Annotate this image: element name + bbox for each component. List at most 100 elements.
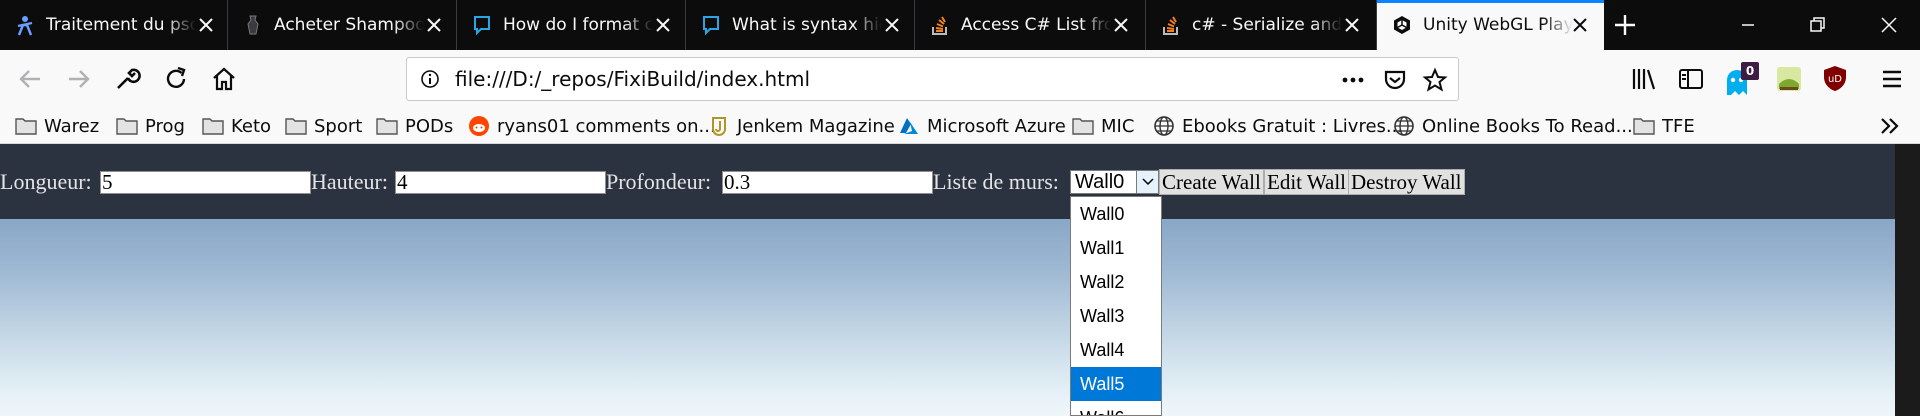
tab-format-code[interactable]: How do I format code <box>457 0 686 50</box>
folder-icon <box>284 116 308 136</box>
close-window-icon[interactable] <box>1878 14 1900 36</box>
bookmark-sport[interactable]: Sport <box>284 108 362 144</box>
tab-title: c# - Serialize and <box>1192 15 1342 35</box>
bookmark-keto[interactable]: Keto <box>201 108 271 144</box>
ublock-shield-icon[interactable]: uD <box>1820 63 1850 93</box>
bookmark-label: Warez <box>44 115 100 137</box>
bookmark-star-icon[interactable] <box>1422 67 1448 93</box>
chevron-overflow-icon[interactable] <box>1878 115 1902 137</box>
close-icon[interactable] <box>882 15 902 35</box>
pocket-icon[interactable] <box>1382 67 1408 93</box>
bookmark-azure[interactable]: Microsoft Azure <box>897 108 1066 144</box>
reload-icon[interactable] <box>161 64 191 94</box>
edit-wall-button[interactable]: Edit Wall <box>1264 169 1349 195</box>
home-icon[interactable] <box>209 64 239 94</box>
bookmark-tfe[interactable]: TFE <box>1632 108 1695 144</box>
bookmark-label: Ebooks Gratuit : Livres... <box>1182 115 1404 137</box>
wall-option[interactable]: Wall6 <box>1071 401 1161 415</box>
azure-icon <box>897 116 921 136</box>
page-actions-icon[interactable] <box>1340 70 1366 90</box>
wall-option[interactable]: Wall1 <box>1071 231 1161 265</box>
svg-text:uD: uD <box>1828 74 1842 85</box>
bookmark-label: MIC <box>1101 115 1135 137</box>
wall-option[interactable]: Wall3 <box>1071 299 1161 333</box>
tab-title: Acheter Shampooing <box>274 15 424 35</box>
hauteur-label: Hauteur: <box>311 169 388 194</box>
create-wall-button[interactable]: Create Wall <box>1159 169 1264 195</box>
back-arrow-icon[interactable] <box>15 64 45 94</box>
new-tab-button[interactable] <box>1612 12 1638 38</box>
speech-bubble-icon <box>700 14 722 36</box>
tab-title: Access C# List from <box>961 15 1111 35</box>
close-icon[interactable] <box>653 15 673 35</box>
bookmark-warez[interactable]: Warez <box>14 108 99 144</box>
folder-icon <box>201 116 225 136</box>
liste-de-murs-label: Liste de murs: <box>933 169 1059 194</box>
hamburger-menu-icon[interactable] <box>1877 64 1907 94</box>
profondeur-label: Profondeur: <box>606 169 712 194</box>
close-icon[interactable] <box>1342 15 1362 35</box>
profondeur-input[interactable]: 0.3 <box>722 171 933 194</box>
extension-frog-icon[interactable] <box>1774 64 1804 94</box>
minimize-icon[interactable] <box>1737 14 1759 36</box>
bookmark-label: Jenkem Magazine <box>737 115 895 137</box>
wrench-icon[interactable] <box>112 64 142 94</box>
url-text[interactable]: file:///D:/_repos/FixiBuild/index.html <box>455 58 810 100</box>
hauteur-input[interactable]: 4 <box>395 171 606 194</box>
bookmark-label: ryans01 comments on... <box>497 115 716 137</box>
wall-dropdown-list: Wall0 Wall1 Wall2 Wall3 Wall4 Wall5 Wall… <box>1070 196 1162 416</box>
url-bar[interactable]: file:///D:/_repos/FixiBuild/index.html <box>406 57 1459 101</box>
close-icon[interactable] <box>1111 15 1131 35</box>
bookmark-label: Prog <box>145 115 185 137</box>
tab-shampooing[interactable]: Acheter Shampooing <box>228 0 457 50</box>
bookmark-prog[interactable]: Prog <box>115 108 185 144</box>
wall-option[interactable]: Wall0 <box>1071 197 1161 231</box>
bookmark-ebooks[interactable]: Ebooks Gratuit : Livres... <box>1152 108 1403 144</box>
wall-select[interactable]: Wall0 <box>1070 170 1159 194</box>
chevron-down-icon[interactable] <box>1136 171 1158 193</box>
stackoverflow-icon <box>1160 14 1182 36</box>
unity-webgl-canvas[interactable]: Longueur: 5 Hauteur: 4 Profondeur: 0.3 L… <box>0 144 1920 416</box>
destroy-wall-button[interactable]: Destroy Wall <box>1348 169 1465 195</box>
tab-title: How do I format code <box>503 15 653 35</box>
info-icon[interactable] <box>420 69 440 89</box>
tab-title: Traitement du psoriasis <box>46 15 196 35</box>
speech-bubble-icon <box>471 14 493 36</box>
bookmark-online-books[interactable]: Online Books To Read... <box>1392 108 1633 144</box>
tab-psoriasis[interactable]: Traitement du psoriasis <box>0 0 228 50</box>
close-icon[interactable] <box>196 15 216 35</box>
reddit-icon <box>467 116 491 136</box>
unity-icon <box>1391 14 1413 36</box>
folder-icon <box>115 116 139 136</box>
bookmark-jenkem[interactable]: Jenkem Magazine <box>707 108 895 144</box>
longueur-label: Longueur: <box>0 169 92 194</box>
tab-strip: Traitement du psoriasis Acheter Shampooi… <box>0 0 1920 50</box>
bookmark-label: Sport <box>314 115 363 137</box>
bookmark-reddit[interactable]: ryans01 comments on... <box>467 108 716 144</box>
globe-icon <box>1392 116 1416 136</box>
tab-access-list[interactable]: Access C# List from <box>915 0 1146 50</box>
library-icon[interactable] <box>1629 64 1659 94</box>
ghostery-extension[interactable]: 0 <box>1724 62 1760 96</box>
close-icon[interactable] <box>424 15 444 35</box>
bookmark-mic[interactable]: MIC <box>1071 108 1134 144</box>
close-icon[interactable] <box>1570 15 1590 35</box>
restore-icon[interactable] <box>1806 14 1828 36</box>
globe-icon <box>1152 116 1176 136</box>
bookmark-pods[interactable]: PODs <box>375 108 453 144</box>
tab-syntax-highlighting[interactable]: What is syntax highlighting <box>686 0 915 50</box>
wall-option-highlighted[interactable]: Wall5 <box>1071 367 1161 401</box>
sidebar-icon[interactable] <box>1676 64 1706 94</box>
tab-serialize[interactable]: c# - Serialize and <box>1146 0 1377 50</box>
bookmark-label: PODs <box>405 115 454 137</box>
longueur-input[interactable]: 5 <box>100 171 311 194</box>
tab-unity-webgl[interactable]: Unity WebGL Player <box>1377 0 1604 50</box>
wall-option[interactable]: Wall2 <box>1071 265 1161 299</box>
folder-icon <box>1632 116 1656 136</box>
product-icon <box>242 14 264 36</box>
wall-option[interactable]: Wall4 <box>1071 333 1161 367</box>
tab-title: Unity WebGL Player <box>1423 15 1573 35</box>
scrollbar-strip <box>1895 144 1920 416</box>
folder-icon <box>1071 116 1095 136</box>
forward-arrow-icon[interactable] <box>64 64 94 94</box>
